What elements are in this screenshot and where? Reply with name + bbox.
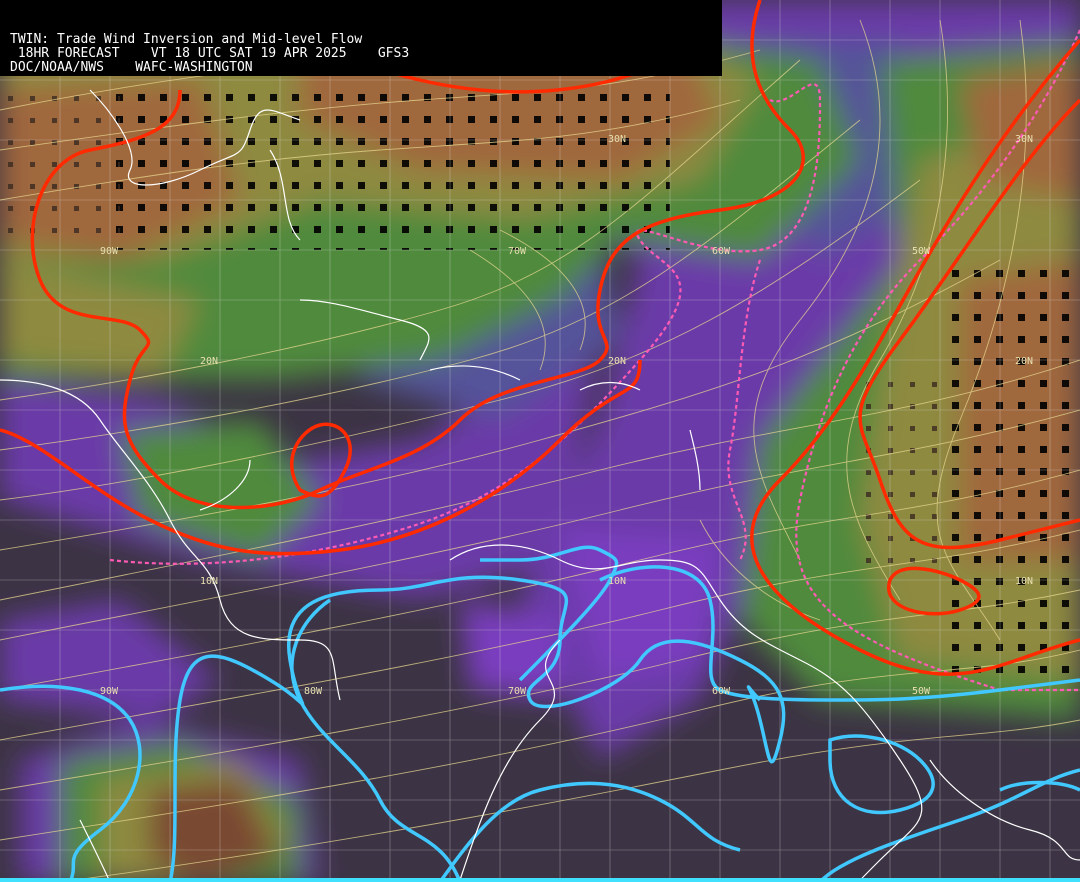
bottom-border: [0, 878, 1080, 882]
lat-label: 10N: [200, 576, 218, 587]
lat-label: 10N: [608, 576, 626, 587]
lat-label: 20N: [200, 356, 218, 367]
lon-label: 70W: [508, 246, 527, 257]
lat-label: 20N: [1015, 356, 1033, 367]
lon-label: 70W: [508, 686, 527, 697]
map-header: TWIN: Trade Wind Inversion and Mid-level…: [0, 0, 722, 76]
map-title: TWIN: Trade Wind Inversion and Mid-level…: [10, 32, 363, 47]
twin-forecast-map: 30N 30N 20N 20N 20N 10N 10N 10N 90W 70W …: [0, 0, 1080, 882]
forecast-valid-time: 18HR FORECAST VT 18 UTC SAT 19 APR 2025 …: [10, 46, 410, 61]
lon-label: 60W: [712, 686, 731, 697]
lat-label: 20N: [608, 356, 626, 367]
lat-label: 30N: [608, 134, 626, 145]
lat-label: 10N: [1015, 576, 1033, 587]
map-source: DOC/NOAA/NWS WAFC-WASHINGTON: [10, 60, 253, 75]
lon-label: 90W: [100, 686, 119, 697]
lon-label: 60W: [712, 246, 731, 257]
lon-label: 80W: [304, 686, 323, 697]
lat-label: 30N: [1015, 134, 1033, 145]
lon-label: 50W: [912, 686, 931, 697]
lon-label: 50W: [912, 246, 931, 257]
lon-label: 90W: [100, 246, 119, 257]
